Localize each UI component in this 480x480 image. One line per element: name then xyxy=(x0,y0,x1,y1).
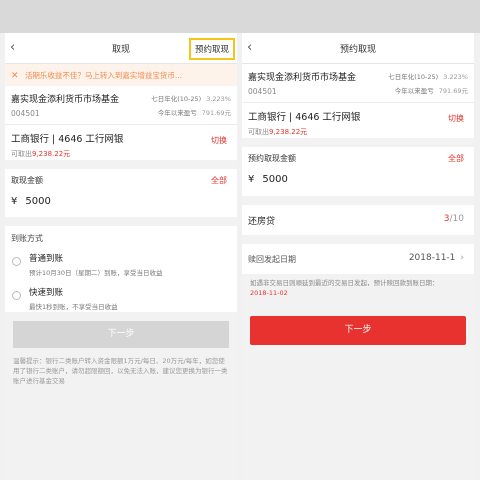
chevron-right-icon: › xyxy=(460,253,464,263)
available-amount: 9,238.22元 xyxy=(269,128,308,136)
nav-bar: ‹ 预约取现 xyxy=(242,33,474,64)
available-balance: 可取出9,238.22元 xyxy=(248,127,468,137)
redeem-tip: 如遇非交易日则顺延到最近的交易日发起，预计赎回款到账日期： 2018-11-02 xyxy=(242,274,474,302)
option-desc: 预计10月30日（星期二）到账，享受当日收益 xyxy=(29,269,163,277)
available-balance: 可取出9,238.22元 xyxy=(11,149,231,159)
available-label: 可取出 xyxy=(11,150,32,158)
currency-symbol: ¥ xyxy=(11,196,18,207)
promo-notice[interactable]: ✕ 活期乐收益不佳？马上转入到嘉实增益宝货币... xyxy=(5,64,237,86)
amount-input[interactable]: ¥5000 xyxy=(11,196,231,207)
amount-label: 预约取现金额 xyxy=(248,154,296,163)
fund-info: 嘉实现金添利货币市场基金 004501 七日年化(10-25) 3.223% 今年… xyxy=(242,64,474,103)
reserve-withdraw-link[interactable]: 预约取现 xyxy=(188,38,235,60)
amount-value: 5000 xyxy=(25,196,51,207)
amount-input[interactable]: ¥5000 xyxy=(248,174,468,185)
currency-symbol: ¥ xyxy=(248,174,255,185)
yield-value: 3.223% xyxy=(206,95,231,103)
amount-section: 取现金额 全部 ¥5000 xyxy=(5,169,237,217)
profit-row: 今年以来盈亏 791.69元 xyxy=(395,85,468,95)
bank-account: 工商银行 | 4646 工行网银 可取出9,238.22元 切换 xyxy=(242,103,474,138)
yield-label: 七日年化(10-25) xyxy=(151,95,202,103)
switch-bank-button[interactable]: 切换 xyxy=(448,113,464,124)
option-title: 快速到账 xyxy=(29,288,64,298)
option-title: 普通到账 xyxy=(29,254,64,264)
profit-label: 今年以来盈亏 xyxy=(394,87,434,95)
redeem-tip-text: 如遇非交易日则顺延到最近的交易日发起，预计赎回款到账日期： xyxy=(250,279,439,287)
redeem-date-picker[interactable]: 赎回发起日期 2018-11-1 › xyxy=(242,244,474,274)
next-button[interactable]: 下一步 xyxy=(250,316,466,345)
bank-name: 工商银行 | 4646 工行网银 xyxy=(11,134,124,145)
top-backdrop xyxy=(0,0,480,33)
char-counter: 3/10 xyxy=(444,214,464,224)
withdraw-screen: ‹ 取现 预约取现 ✕ 活期乐收益不佳？马上转入到嘉实增益宝货币... 嘉实现金… xyxy=(5,33,237,480)
arrival-option-normal[interactable]: 普通到账 预计10月30日（星期二）到账，享受当日收益 xyxy=(5,248,237,278)
notice-text: 活期乐收益不佳？马上转入到嘉实增益宝货币... xyxy=(24,71,183,80)
yield-value: 3.223% xyxy=(443,73,468,81)
yield-row: 七日年化(10-25) 3.223% xyxy=(151,93,231,103)
warm-tip: 温馨提示：银行二类账户转入资金限额1万元/每日、20万元/每年，如您使用了银行二… xyxy=(13,357,228,385)
yield-row: 七日年化(10-25) 3.223% xyxy=(388,71,468,81)
next-button-disabled[interactable]: 下一步 xyxy=(13,321,229,348)
available-amount: 9,238.22元 xyxy=(32,150,71,158)
profit-value: 791.69元 xyxy=(438,87,468,95)
radio-button[interactable] xyxy=(12,257,21,266)
amount-value: 5000 xyxy=(262,174,288,185)
arrival-date: 2018-11-02 xyxy=(250,289,288,297)
page-title: 预约取现 xyxy=(339,45,376,55)
fund-info: 嘉实现金添利货币市场基金 004501 七日年化(10-25) 3.223% 今年… xyxy=(5,86,237,125)
profit-row: 今年以来盈亏 791.69元 xyxy=(158,107,231,117)
amount-label: 取现金额 xyxy=(11,176,43,185)
redeem-date-value: 2018-11-1 › xyxy=(409,253,464,263)
bank-account: 工商银行 | 4646 工行网银 可取出9,238.22元 切换 xyxy=(5,125,237,160)
bank-name: 工商银行 | 4646 工行网银 xyxy=(248,112,361,123)
arrival-option-fast[interactable]: 快速到账 最快1秒到账，不享受当日收益 xyxy=(5,278,237,312)
yield-label: 七日年化(10-25) xyxy=(388,73,439,81)
nav-bar: ‹ 取现 预约取现 xyxy=(5,33,237,64)
profit-value: 791.69元 xyxy=(201,109,231,117)
reserve-withdraw-screen: ‹ 预约取现 嘉实现金添利货币市场基金 004501 七日年化(10-25) 3.… xyxy=(242,33,474,480)
all-amount-button[interactable]: 全部 xyxy=(211,175,227,186)
char-count-total: /10 xyxy=(449,214,464,224)
reserve-amount-section: 预约取现金额 全部 ¥5000 xyxy=(242,147,474,196)
profit-label: 今年以来盈亏 xyxy=(157,109,197,117)
option-desc: 最快1秒到账，不享受当日收益 xyxy=(29,303,118,311)
purpose-text: 还房贷 xyxy=(248,217,276,227)
purpose-field[interactable]: 还房贷 3/10 xyxy=(242,205,474,235)
switch-bank-button[interactable]: 切换 xyxy=(211,135,227,146)
available-label: 可取出 xyxy=(248,128,269,136)
date-text: 2018-11-1 xyxy=(408,253,456,263)
all-amount-button[interactable]: 全部 xyxy=(448,153,464,164)
close-icon[interactable]: ✕ xyxy=(11,71,19,81)
arrival-method-label: 到账方式 xyxy=(5,226,237,248)
radio-button[interactable] xyxy=(12,291,21,300)
